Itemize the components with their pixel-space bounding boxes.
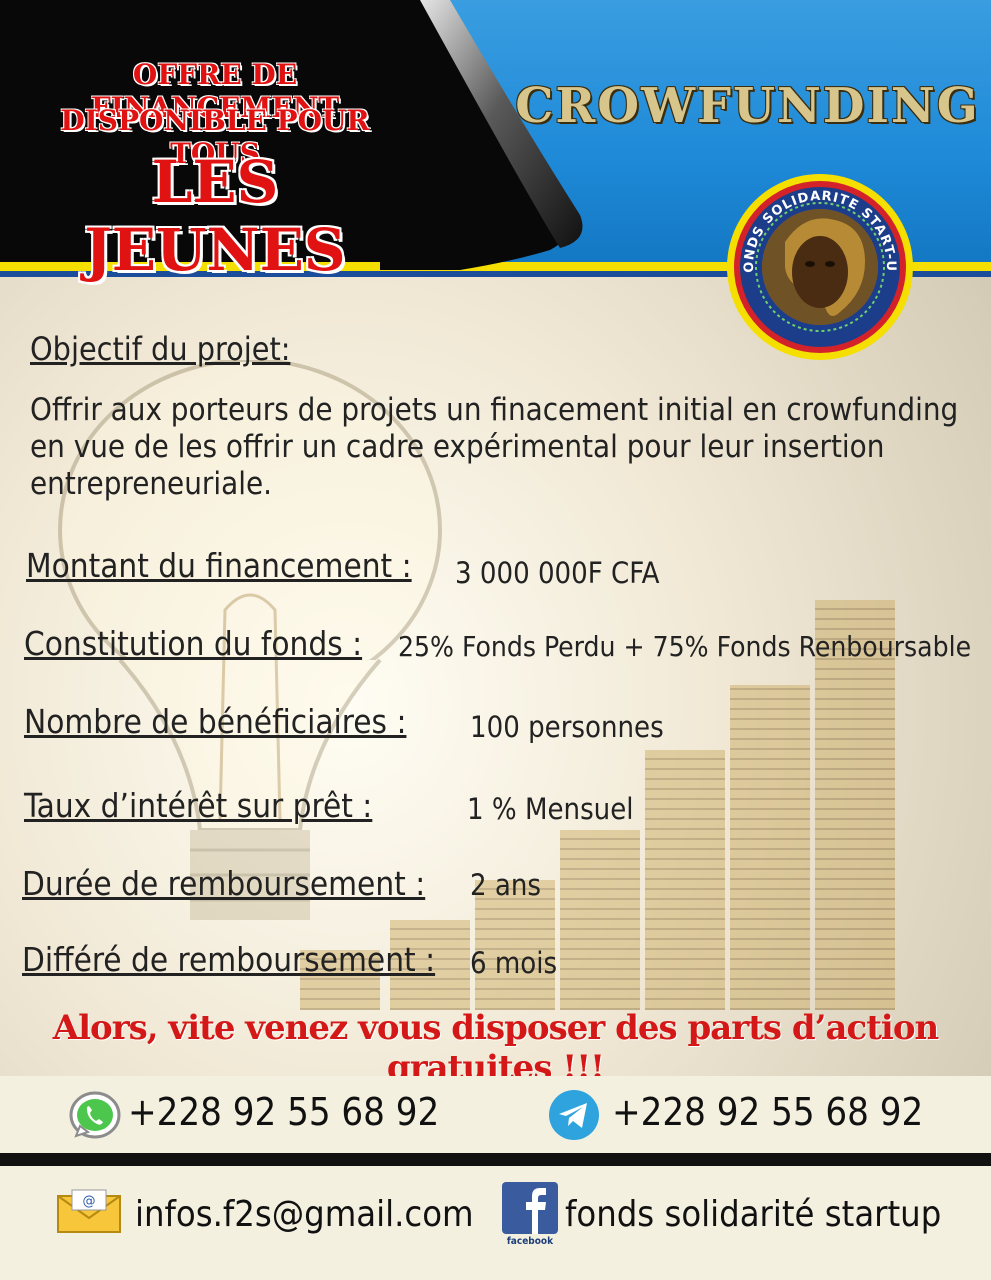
duration-label: Durée de remboursement :: [22, 864, 426, 903]
objective-heading: Objectif du projet:: [30, 330, 291, 368]
duration-value: 2 ans: [470, 868, 541, 902]
facebook-icon-label: facebook: [506, 1236, 554, 1247]
amount-value: 3 000 000F CFA: [455, 556, 660, 590]
telegram-icon[interactable]: [548, 1089, 600, 1141]
constitution-label: Constitution du fonds :: [24, 624, 363, 663]
telegram-number[interactable]: +228 92 55 68 92: [612, 1090, 923, 1134]
separator-bar: [0, 1153, 991, 1166]
interest-label: Taux d’intérêt sur prêt :: [24, 786, 373, 825]
whatsapp-icon[interactable]: [68, 1090, 122, 1140]
beneficiaries-label: Nombre de bénéficiaires :: [24, 702, 407, 741]
svg-text:@: @: [83, 1194, 96, 1209]
deferral-label: Différé de remboursement :: [22, 940, 436, 979]
headline-les-jeunes: LES JEUNES: [84, 148, 346, 284]
amount-label: Montant du financement :: [26, 546, 412, 585]
crowdfunding-title: CROWFUNDING: [515, 78, 980, 134]
beneficiaries-value: 100 personnes: [470, 710, 664, 744]
page-curl-decoration: [380, 0, 583, 270]
facebook-icon[interactable]: [500, 1180, 560, 1236]
objective-text: Offrir aux porteurs de projets un finace…: [30, 392, 959, 502]
constitution-value: 25% Fonds Perdu + 75% Fonds Renboursable: [398, 630, 972, 663]
whatsapp-number[interactable]: +228 92 55 68 92: [128, 1090, 439, 1134]
facebook-page-name[interactable]: fonds solidarité startup: [565, 1194, 941, 1235]
deferral-value: 6 mois: [470, 946, 558, 980]
interest-value: 1 % Mensuel: [467, 792, 634, 826]
fonds-solidarite-logo: FONDS SOLIDARITE START-UP: [725, 172, 913, 360]
email-address[interactable]: infos.f2s@gmail.com: [135, 1194, 474, 1235]
email-icon[interactable]: @: [56, 1188, 122, 1234]
